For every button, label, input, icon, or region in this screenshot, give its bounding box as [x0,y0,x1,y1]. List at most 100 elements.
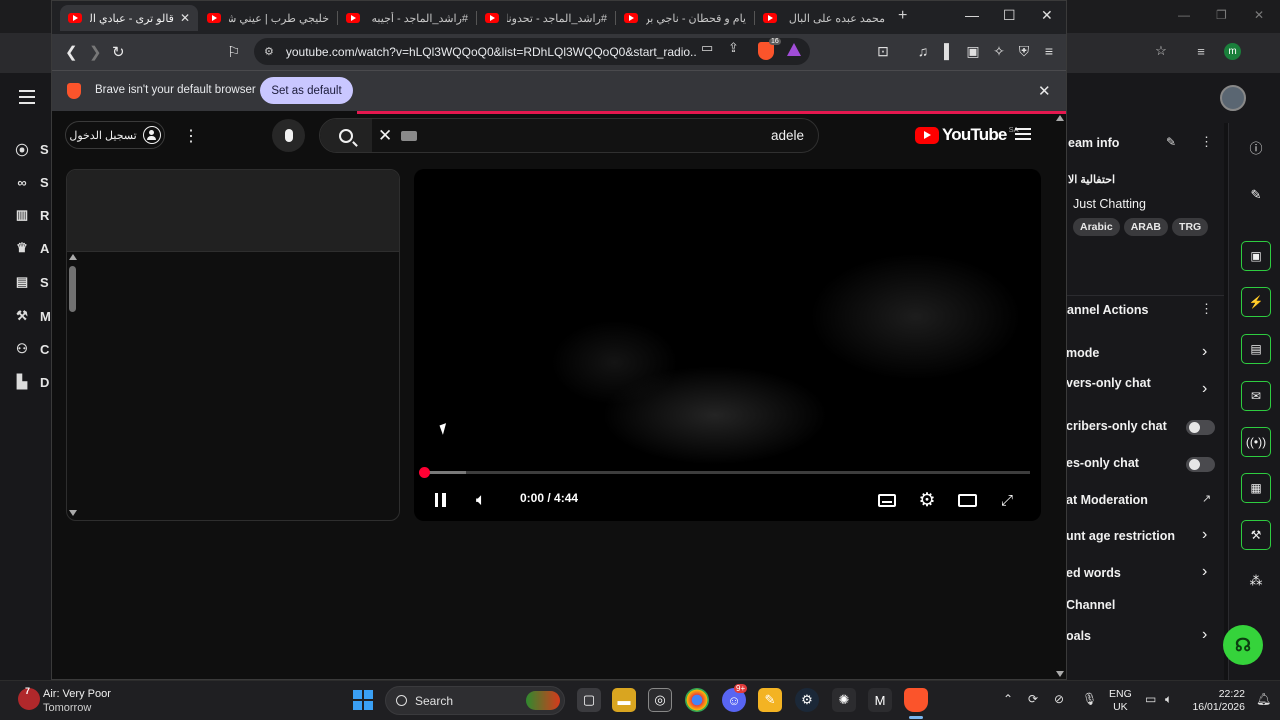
left-nav-item[interactable]: ∞ S [14,171,52,193]
menu-icon[interactable] [19,90,35,104]
left-nav-item[interactable]: ▙ D [14,371,52,393]
site-info-icon[interactable]: ⚙ [264,45,274,58]
bookmark-icon[interactable]: ⚐ [227,43,240,61]
channel-action-item[interactable]: at Moderation [1066,493,1148,507]
main-menu-icon[interactable]: ≡ [1040,43,1058,59]
set-default-button[interactable]: Set as default [260,77,353,104]
tab[interactable]: محمد عبده على البال لا [755,5,893,31]
chevron-right-icon[interactable]: › [1202,343,1207,361]
page-scroll-up-arrow[interactable] [1056,115,1064,121]
playlist-icon[interactable]: ≡ [1192,42,1210,60]
network-icon[interactable]: ▭ [1145,692,1156,706]
weather-status[interactable]: Air: Very Poor [43,688,111,700]
edit-icon[interactable]: ✎ [1246,185,1266,205]
subtitles-button[interactable] [876,489,898,511]
volume-icon[interactable]: 🔈︎ [1165,692,1172,707]
scroll-up-arrow[interactable] [69,254,77,260]
keyboard-icon[interactable] [401,131,417,141]
video-player[interactable]: 🔈︎ 0:00 / 4:44 ⚙ ⤢ [414,169,1041,521]
wallet-icon[interactable]: ▣ [964,43,982,60]
fullscreen-button[interactable]: ⤢ [996,489,1018,511]
vpn-icon[interactable]: ⛨ [1015,43,1033,60]
pause-button[interactable] [429,489,451,511]
channel-action-item[interactable]: vers-only chat [1066,376,1151,390]
tab[interactable]: #راشد_الماجد - تحدونا | [477,5,615,31]
taskbar-search[interactable]: Search [385,686,565,715]
profile-avatar[interactable]: m [1224,43,1241,60]
nodes-icon[interactable]: ⁂ [1246,571,1266,591]
reload-icon[interactable]: ↻ [112,43,125,61]
left-nav-item[interactable]: ⦿ S [14,138,52,160]
external-link-icon[interactable]: ↗ [1202,492,1211,505]
steelseries-icon[interactable]: ✺ [832,688,856,712]
channel-action-item[interactable]: oals [1066,629,1091,643]
settings-more-icon[interactable]: ⋮ [183,126,199,146]
chrome-icon[interactable] [685,688,709,712]
channel-action-item[interactable]: unt age restriction [1066,529,1175,543]
notification-bell-icon[interactable]: 🔔︎ [1256,692,1271,706]
maximize-icon[interactable]: ☐ [1003,7,1016,24]
tag[interactable]: ARAB [1123,218,1169,236]
left-nav-item[interactable]: ▤ S [14,271,52,293]
left-nav-item[interactable]: ⚇ C [14,338,52,360]
theater-mode-button[interactable] [956,489,978,511]
screenshot-icon[interactable]: ⊡ [874,43,892,60]
back-icon[interactable]: ❮ [65,43,78,61]
epic-games-icon[interactable]: M [868,688,892,712]
scrubber-handle[interactable] [419,467,430,478]
search-box[interactable]: ✕ adele [319,118,819,153]
subscribers-only-toggle[interactable] [1186,420,1215,435]
chevron-right-icon[interactable]: › [1202,626,1207,644]
task-view-icon[interactable]: ▢ [577,688,601,712]
tab[interactable]: خليجي طرب | عيني شا [199,5,337,31]
steam-icon[interactable]: ⚙ [795,688,819,712]
file-explorer-icon[interactable]: ▬ [612,688,636,712]
brave-taskbar-icon[interactable] [904,688,928,712]
screen-icon[interactable]: ▣ [1241,241,1271,271]
brave-rewards-icon[interactable] [787,43,801,56]
cast-icon[interactable]: ▭ [701,40,713,56]
tag[interactable]: TRG [1172,218,1209,236]
sync-icon[interactable]: ⟳ [1028,692,1038,706]
clock[interactable]: 22:22 16/01/2026 [1189,688,1245,714]
page-scroll-down-arrow[interactable] [1056,671,1064,677]
guide-menu-icon[interactable] [1015,128,1031,140]
left-nav-item[interactable]: ▥ R [14,204,52,226]
user-avatar[interactable] [1220,85,1246,111]
channel-action-item[interactable]: ed words [1066,566,1121,580]
star-icon[interactable]: ☆ [1152,42,1170,60]
more-icon[interactable]: ⋮ [1200,301,1213,317]
chat-icon[interactable]: ✉ [1241,381,1271,411]
search-input[interactable]: adele [771,128,804,143]
camera-off-icon[interactable]: ⊘ [1054,692,1064,706]
scrollbar-thumb[interactable] [69,266,76,312]
chevron-right-icon[interactable]: › [1202,380,1207,398]
channel-action-item[interactable]: Channel [1066,598,1115,612]
start-button[interactable] [353,690,373,710]
tab-close-icon[interactable]: ✕ [180,11,190,25]
chevron-right-icon[interactable]: › [1202,526,1207,544]
tag[interactable]: Arabic [1073,218,1120,236]
forward-icon[interactable]: ❯ [89,43,102,61]
pencil-icon[interactable]: ✎ [1166,135,1176,149]
more-icon[interactable]: ⋮ [1200,134,1213,150]
sign-in-button[interactable]: تسجيل الدخول [65,121,165,149]
wrench-icon[interactable]: ⚒ [1241,520,1271,550]
settings-button[interactable]: ⚙ [916,489,938,511]
channel-action-item[interactable]: mode [1066,346,1099,360]
minimize-icon[interactable]: — [965,7,979,23]
new-tab-icon[interactable]: + [898,7,907,25]
layout-icon[interactable]: ▦ [1241,473,1271,503]
left-nav-item[interactable]: ⚒ M [14,305,52,327]
leo-ai-icon[interactable]: ✧ [990,43,1008,60]
broadcast-icon[interactable]: ((•)) [1241,427,1271,457]
info-icon[interactable]: ⓘ [1246,137,1266,157]
clear-search-icon[interactable]: ✕ [378,126,392,146]
youtube-logo[interactable]: YouTube SA [915,125,1019,145]
scroll-down-arrow[interactable] [69,510,77,516]
weather-day[interactable]: Tomorrow [43,702,91,714]
camera-app-icon[interactable]: ◎ [648,688,672,712]
progress-bar[interactable] [424,471,1030,474]
notes-icon[interactable]: ▤ [1241,334,1271,364]
support-icon[interactable]: ☊ [1223,625,1263,665]
